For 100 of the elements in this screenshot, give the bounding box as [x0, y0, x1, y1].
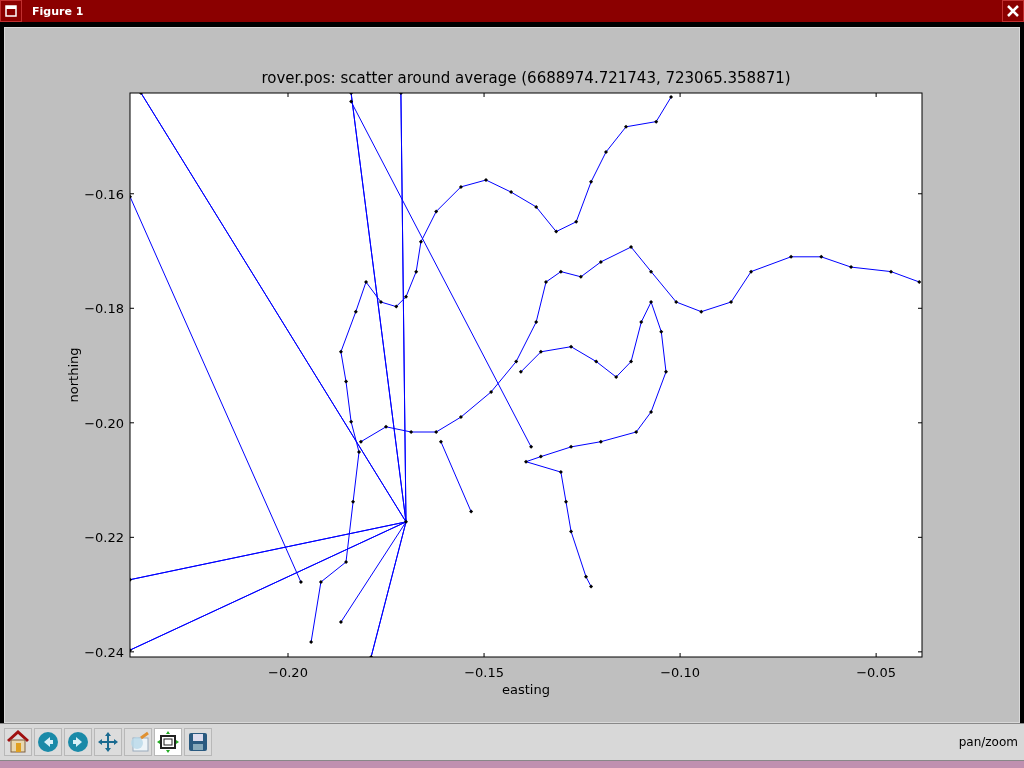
- point-marker: [584, 574, 588, 579]
- point-marker: [789, 254, 794, 259]
- x-axis-label: easting: [502, 682, 550, 697]
- point-marker: [589, 584, 594, 589]
- y-tick-label: −0.16: [84, 186, 124, 202]
- point-marker: [819, 254, 824, 259]
- point-marker: [849, 265, 854, 270]
- subplots-button[interactable]: [154, 728, 182, 756]
- close-button[interactable]: [1002, 0, 1024, 22]
- window-menu-button[interactable]: [0, 0, 22, 22]
- point-marker: [669, 95, 674, 99]
- point-marker: [889, 269, 894, 274]
- point-marker: [598, 439, 603, 444]
- point-marker: [629, 245, 634, 250]
- point-marker: [353, 309, 358, 314]
- y-tick-label: −0.22: [84, 530, 124, 546]
- point-marker: [298, 580, 303, 584]
- point-marker: [569, 344, 574, 349]
- point-marker: [338, 620, 343, 625]
- save-button[interactable]: [184, 728, 212, 756]
- point-marker: [404, 519, 408, 524]
- point-marker: [318, 580, 323, 584]
- point-marker: [139, 93, 143, 95]
- x-tick-label: −0.20: [268, 665, 308, 680]
- point-marker: [404, 294, 408, 299]
- x-tick-label: −0.15: [464, 665, 504, 680]
- move-arrows-icon: [97, 731, 119, 753]
- back-button[interactable]: [34, 728, 62, 756]
- point-marker: [674, 300, 679, 304]
- point-marker: [509, 190, 514, 195]
- point-marker: [634, 429, 639, 434]
- point-marker: [358, 439, 363, 444]
- point-marker: [699, 309, 704, 314]
- point-marker: [534, 320, 539, 325]
- point-marker: [351, 499, 356, 504]
- y-tick-label: −0.20: [84, 415, 124, 431]
- pan-button[interactable]: [94, 728, 122, 756]
- point-marker: [458, 415, 463, 420]
- x-tick-label: −0.05: [856, 665, 897, 680]
- point-marker: [529, 444, 534, 449]
- point-marker: [544, 279, 548, 284]
- point-marker: [378, 300, 383, 304]
- point-marker: [538, 454, 543, 459]
- point-marker: [558, 269, 563, 274]
- point-marker: [749, 269, 754, 274]
- point-marker: [663, 369, 668, 374]
- point-marker: [438, 439, 443, 444]
- point-marker: [554, 229, 559, 234]
- point-marker: [484, 178, 488, 183]
- point-marker: [458, 184, 463, 189]
- point-marker: [564, 499, 568, 504]
- point-marker: [309, 640, 314, 645]
- point-marker: [729, 300, 734, 304]
- point-marker: [364, 279, 369, 284]
- point-marker: [629, 359, 634, 364]
- point-marker: [418, 239, 423, 244]
- window-icon: [5, 5, 17, 17]
- chart-title: rover.pos: scatter around average (6688974.721743, 723065.358871): [261, 69, 791, 87]
- point-marker: [604, 150, 608, 154]
- point-marker: [409, 429, 414, 434]
- point-marker: [130, 648, 132, 653]
- window-title: Figure 1: [31, 4, 85, 18]
- point-marker: [414, 269, 419, 274]
- point-marker: [558, 470, 563, 475]
- point-marker: [349, 93, 354, 95]
- y-tick-label: −0.24: [84, 644, 124, 660]
- point-marker: [614, 375, 619, 379]
- x-tick-label: −0.10: [660, 665, 700, 680]
- point-marker: [654, 119, 659, 124]
- point-marker: [434, 209, 439, 214]
- point-marker: [659, 329, 664, 334]
- point-marker: [344, 379, 349, 384]
- frame-arrows-icon: [157, 731, 179, 753]
- close-icon: [1007, 5, 1019, 17]
- y-tick-label: −0.18: [84, 301, 124, 317]
- point-marker: [917, 279, 922, 284]
- point-marker: [338, 349, 343, 354]
- point-marker: [469, 509, 474, 514]
- house-icon: [7, 730, 29, 754]
- point-marker: [356, 450, 361, 454]
- home-button[interactable]: [4, 728, 32, 756]
- point-marker: [434, 429, 439, 434]
- y-axis-label: northing: [66, 347, 81, 403]
- point-marker: [524, 459, 528, 464]
- point-marker: [649, 409, 654, 414]
- point-marker: [578, 274, 583, 279]
- point-marker: [624, 124, 628, 129]
- forward-button[interactable]: [64, 728, 92, 756]
- point-marker: [569, 529, 574, 534]
- point-marker: [384, 424, 389, 429]
- point-marker: [598, 259, 603, 264]
- status-message: pan/zoom: [958, 735, 1018, 749]
- point-marker: [489, 389, 494, 394]
- point-marker: [369, 655, 374, 657]
- point-marker: [589, 179, 594, 184]
- point-marker: [349, 99, 354, 104]
- point-marker: [574, 219, 579, 224]
- point-marker: [649, 300, 654, 304]
- point-marker: [649, 269, 654, 274]
- point-marker: [349, 419, 354, 424]
